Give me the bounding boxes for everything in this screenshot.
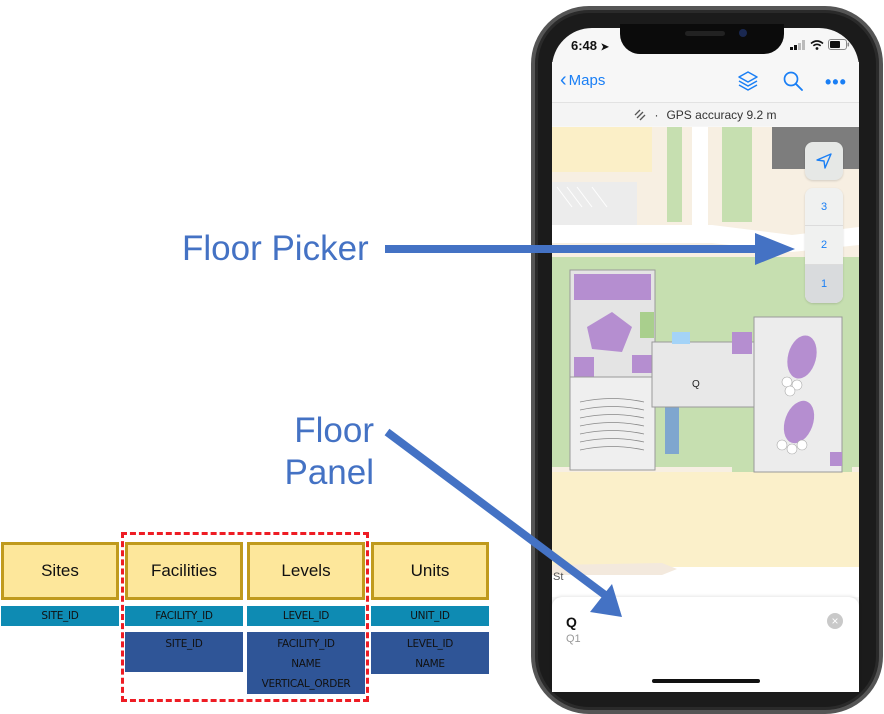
front-camera (739, 29, 747, 37)
field-list: LEVEL_ID NAME (371, 632, 489, 674)
primary-key-field: SITE_ID (1, 606, 119, 626)
back-button[interactable]: ‹ Maps (560, 69, 606, 91)
floor-panel (552, 597, 859, 692)
gps-accuracy-text: GPS accuracy 9.2 m (666, 107, 777, 122)
floor-panel-callout-line2: Panel (284, 453, 374, 492)
table-header: Levels (247, 542, 365, 600)
cellular-signal-icon (790, 39, 805, 50)
field: NAME (291, 658, 321, 670)
locate-button[interactable] (805, 142, 843, 180)
street-label: St (553, 571, 564, 583)
table-facilities: Facilities FACILITY_ID SITE_ID (125, 542, 243, 672)
floor-button-1[interactable]: 1 (805, 264, 843, 303)
floor-picker-callout: Floor Picker (182, 229, 369, 268)
floor-panel-subtitle: Q1 (566, 633, 581, 645)
floor-button-3[interactable]: 3 (805, 188, 843, 227)
floor-picker: 3 2 1 (805, 188, 843, 303)
table-units: Units UNIT_ID LEVEL_ID NAME (371, 542, 489, 674)
location-arrow-icon (816, 153, 832, 169)
more-icon[interactable]: ••• (825, 72, 847, 94)
table-header: Facilities (125, 542, 243, 600)
layers-icon[interactable] (737, 70, 759, 92)
gps-accuracy-bar: · GPS accuracy 9.2 m (552, 102, 859, 126)
field: SITE_ID (165, 638, 203, 650)
floor-button-2[interactable]: 2 (805, 226, 843, 265)
field-list: FACILITY_ID NAME VERTICAL_ORDER (247, 632, 365, 694)
primary-key-field: FACILITY_ID (125, 606, 243, 626)
gps-signal-icon (635, 109, 646, 120)
search-icon[interactable] (782, 70, 804, 92)
close-icon[interactable]: × (827, 613, 843, 629)
table-header: Units (371, 542, 489, 600)
speaker-grille (685, 31, 725, 36)
wifi-icon (810, 39, 824, 50)
home-indicator (652, 679, 760, 683)
table-header: Sites (1, 542, 119, 600)
back-label: Maps (568, 71, 606, 89)
chevron-left-icon: ‹ (560, 69, 567, 91)
table-sites: Sites SITE_ID (1, 542, 119, 626)
gps-separator: · (654, 107, 659, 122)
table-levels: Levels LEVEL_ID FACILITY_ID NAME VERTICA… (247, 542, 365, 694)
field: FACILITY_ID (277, 638, 335, 650)
status-icons (790, 39, 850, 50)
field: LEVEL_ID (406, 638, 454, 650)
floor-panel-callout: Floor Panel (272, 410, 374, 494)
location-arrow-icon: ➤ (600, 42, 610, 53)
field: NAME (415, 658, 445, 670)
phone-notch (620, 24, 784, 54)
primary-key-field: UNIT_ID (371, 606, 489, 626)
primary-key-field: LEVEL_ID (247, 606, 365, 626)
floor-panel-callout-line1: Floor (294, 411, 374, 450)
field: VERTICAL_ORDER (261, 678, 351, 690)
time-text: 6:48 (571, 38, 598, 53)
field-list: SITE_ID (125, 632, 243, 672)
floor-panel-title: Q (566, 614, 577, 630)
status-time: 6:48 ➤ (571, 38, 609, 53)
battery-icon (828, 39, 850, 50)
facility-marker-label: Q (692, 379, 700, 390)
